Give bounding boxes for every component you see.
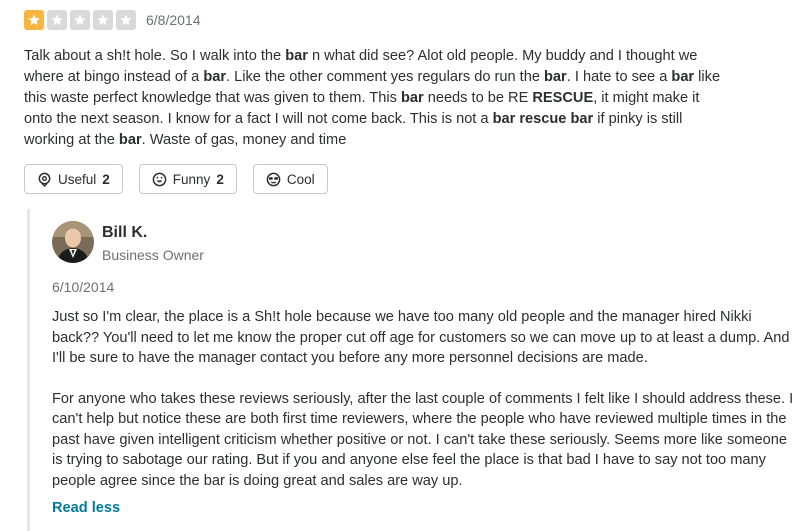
useful-count: 2	[102, 171, 110, 187]
lightbulb-icon	[37, 172, 52, 187]
funny-button[interactable]: Funny 2	[138, 164, 237, 194]
star-icon	[93, 10, 113, 30]
cool-button[interactable]: Cool	[252, 164, 328, 194]
review-text-segment: Talk about a sh!t hole. So I walk into t…	[24, 48, 286, 64]
useful-label: Useful	[58, 171, 97, 187]
review-text-segment: . I hate to see a	[566, 69, 672, 85]
star-icon	[47, 10, 67, 30]
owner-header: Bill K. Business Owner	[52, 221, 800, 263]
owner-name[interactable]: Bill K.	[102, 223, 204, 243]
star-icon	[116, 10, 136, 30]
highlighted-keyword: RESCUE	[532, 90, 594, 106]
star-icon	[24, 10, 44, 30]
cool-label: Cool	[286, 171, 315, 187]
highlighted-keyword: bar	[285, 48, 308, 64]
review-date: 6/8/2014	[146, 12, 201, 28]
highlighted-keyword: bar rescue bar	[492, 111, 594, 127]
vote-buttons: Useful 2 Funny 2 Cool	[24, 164, 328, 194]
reply-paragraph: For anyone who takes these reviews serio…	[52, 390, 794, 489]
highlighted-keyword: bar	[118, 132, 142, 148]
smile-icon	[152, 172, 167, 187]
useful-button[interactable]: Useful 2	[24, 164, 123, 194]
review-text-segment: needs to be RE	[423, 90, 533, 106]
review: 6/8/2014 Talk about a sh!t hole. So I wa…	[24, 8, 784, 151]
reply-date: 6/10/2014	[52, 279, 115, 295]
reply-text: Just so I'm clear, the place is a Sh!t h…	[52, 307, 797, 491]
funny-label: Funny	[172, 171, 211, 187]
reply-paragraph: Just so I'm clear, the place is a Sh!t h…	[52, 309, 790, 366]
review-text-segment: . Waste of gas, money and time	[141, 132, 347, 148]
owner-role: Business Owner	[102, 247, 204, 263]
avatar[interactable]	[52, 221, 94, 263]
owner-meta: Bill K. Business Owner	[102, 223, 204, 263]
highlighted-keyword: bar	[544, 69, 567, 85]
funny-count: 2	[216, 171, 224, 187]
star-icon	[70, 10, 90, 30]
sunglasses-face-icon	[266, 172, 281, 187]
read-less-link[interactable]: Read less	[52, 500, 800, 516]
review-text-segment: . Like the other comment yes regulars do…	[226, 69, 545, 85]
highlighted-keyword: bar	[671, 69, 695, 85]
highlighted-keyword: bar	[203, 69, 227, 85]
star-rating	[24, 10, 136, 30]
owner-reply: Bill K. Business Owner 6/10/2014 Just so…	[27, 209, 800, 531]
highlighted-keyword: bar	[400, 90, 424, 106]
review-text: Talk about a sh!t hole. So I walk into t…	[24, 46, 724, 151]
rating-row: 6/8/2014	[24, 8, 784, 32]
